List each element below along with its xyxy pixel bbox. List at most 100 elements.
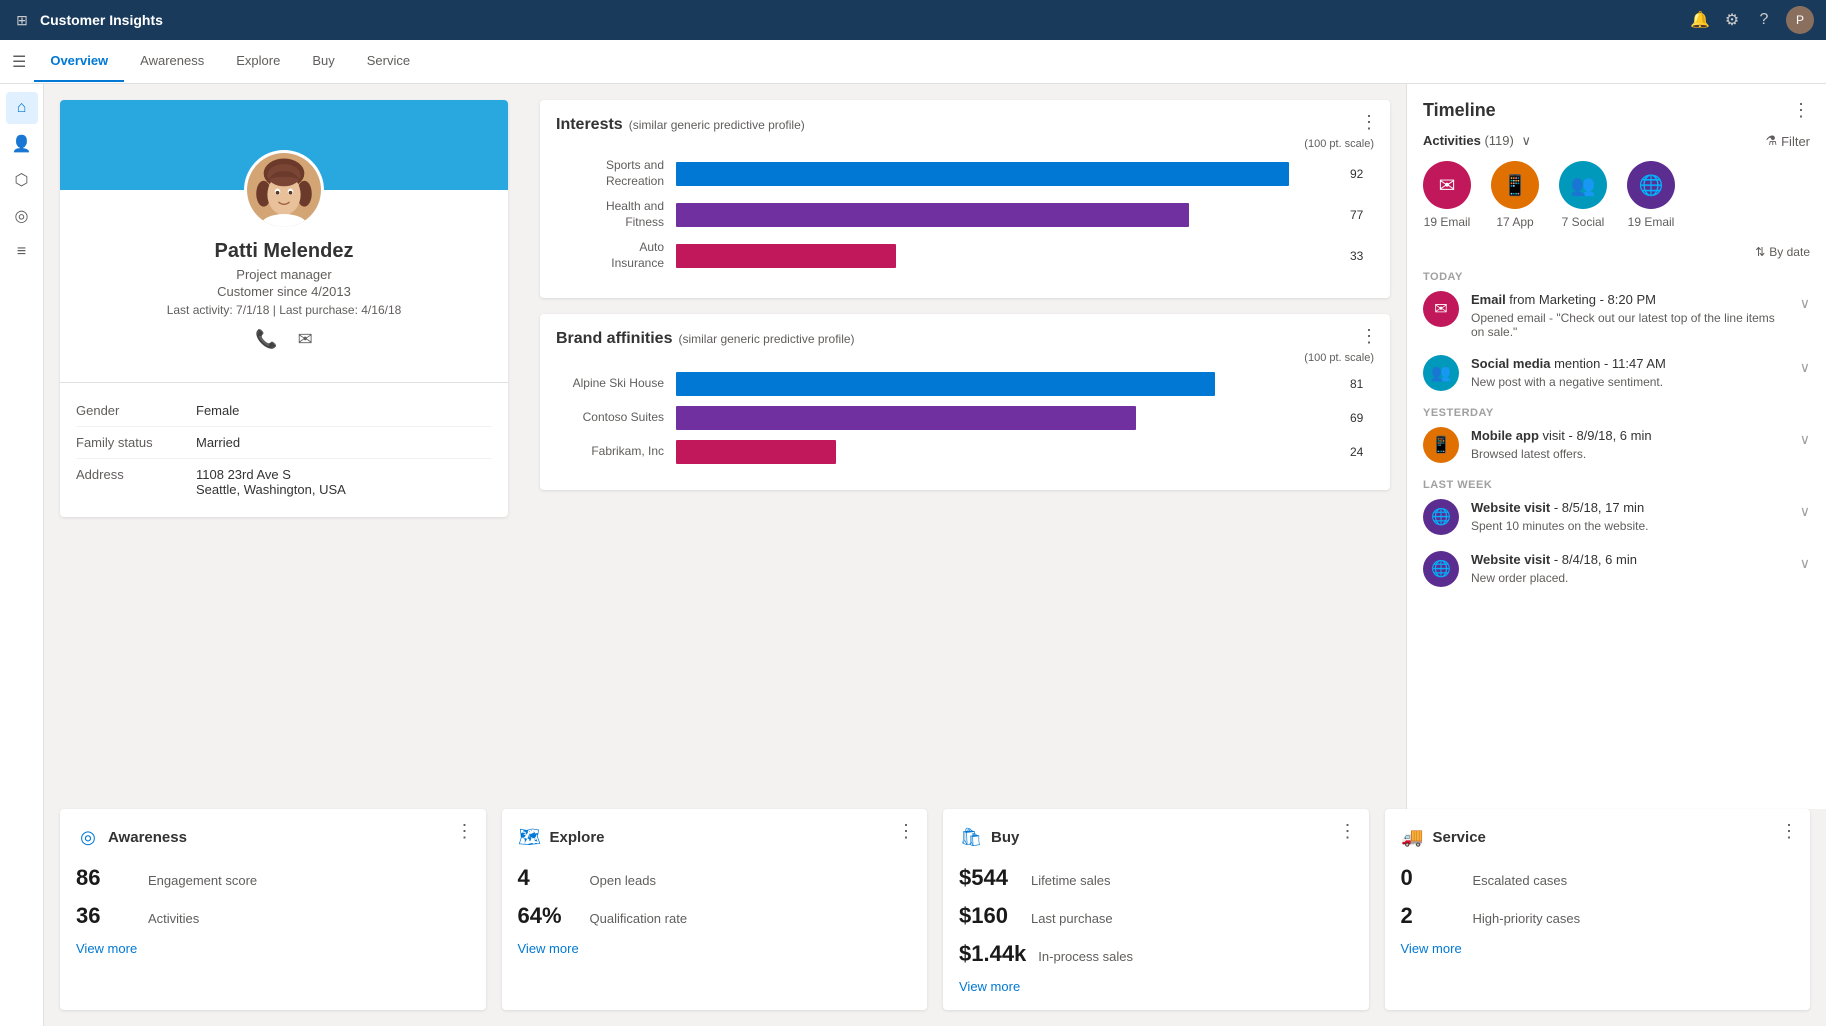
open-leads-value: 4: [518, 865, 578, 891]
last-purchase-value: $160: [959, 903, 1019, 929]
app-item-title: Mobile app visit - 8/9/18, 6 min: [1471, 427, 1788, 445]
sidebar: ⌂ 👤 ⬡ ◎ ≡: [0, 84, 44, 1026]
family-value: Married: [196, 435, 240, 450]
service-header: 🚚 Service: [1401, 825, 1795, 849]
sidebar-icon-people[interactable]: 👤: [6, 128, 38, 160]
service-menu[interactable]: ⋮: [1780, 821, 1798, 842]
email-circle-2: 🌐: [1627, 161, 1675, 209]
interests-card: ⋮ Interests (similar generic predictive …: [540, 100, 1390, 298]
activities-label: Activities (119) ∨: [1423, 133, 1531, 149]
service-view-more[interactable]: View more: [1401, 941, 1795, 956]
phone-icon[interactable]: 📞: [255, 329, 277, 350]
filter-icon: ⚗: [1765, 133, 1777, 149]
awareness-menu[interactable]: ⋮: [456, 821, 474, 842]
family-label: Family status: [76, 435, 196, 450]
social-dot: 👥: [1423, 355, 1459, 391]
brand-menu[interactable]: ⋮: [1360, 326, 1378, 347]
address-label: Address: [76, 467, 196, 497]
timeline-filter-row: Activities (119) ∨ ⚗ Filter: [1423, 133, 1810, 149]
email-icon[interactable]: ✉: [298, 329, 313, 350]
app-chevron[interactable]: ∨: [1800, 427, 1810, 448]
awareness-card: ⋮ ◎ Awareness 86 Engagement score 36 Act…: [60, 809, 486, 1010]
escalated-label: Escalated cases: [1473, 873, 1568, 888]
sidebar-icon-analytics[interactable]: ≡: [6, 236, 38, 268]
escalated-value: 0: [1401, 865, 1461, 891]
tab-overview[interactable]: Overview: [34, 41, 124, 82]
social-chevron[interactable]: ∨: [1800, 355, 1810, 376]
gender-value: Female: [196, 403, 239, 418]
email-chevron[interactable]: ∨: [1800, 291, 1810, 312]
tab-service[interactable]: Service: [351, 41, 426, 82]
by-date-button[interactable]: ⇅ By date: [1755, 245, 1810, 259]
awareness-icon: ◎: [76, 825, 100, 849]
section-yesterday: YESTERDAY: [1423, 407, 1810, 419]
profile-actions: 📞 ✉: [76, 329, 492, 350]
lifetime-sales-label: Lifetime sales: [1031, 873, 1110, 888]
explore-view-more[interactable]: View more: [518, 941, 912, 956]
hamburger-icon[interactable]: ☰: [12, 52, 26, 72]
activity-icon-email2[interactable]: 🌐 19 Email: [1627, 161, 1675, 229]
highpriority-value: 2: [1401, 903, 1461, 929]
sort-icon: ⇅: [1755, 245, 1765, 259]
filter-button[interactable]: ⚗ Filter: [1765, 133, 1810, 149]
brand-title: Brand affinities (similar generic predic…: [556, 330, 1374, 348]
tab-explore[interactable]: Explore: [220, 41, 296, 82]
buy-menu[interactable]: ⋮: [1339, 821, 1357, 842]
settings-icon[interactable]: ⚙: [1722, 10, 1742, 30]
explore-title: Explore: [550, 829, 605, 846]
help-icon[interactable]: ?: [1754, 10, 1774, 30]
profile-avatar-img: [247, 153, 321, 227]
buy-metric-inprocess: $1.44k In-process sales: [959, 941, 1353, 967]
profile-avatar-container: [244, 150, 324, 230]
service-card: ⋮ 🚚 Service 0 Escalated cases 2 High-pri…: [1385, 809, 1811, 1010]
profile-banner: [60, 100, 508, 190]
interests-menu[interactable]: ⋮: [1360, 112, 1378, 133]
grid-container: Patti Melendez Project manager Customer …: [44, 84, 1826, 809]
section-lastweek: LAST WEEK: [1423, 479, 1810, 491]
activity-icon-app[interactable]: 📱 17 App: [1491, 161, 1539, 229]
buy-metric-last: $160 Last purchase: [959, 903, 1353, 929]
activities-chevron[interactable]: ∨: [1521, 133, 1531, 148]
sidebar-icon-chart[interactable]: ⬡: [6, 164, 38, 196]
bar-row-contoso: Contoso Suites 69: [556, 406, 1374, 430]
engagement-score-value: 86: [76, 865, 136, 891]
activity-icon-email1[interactable]: ✉ 19 Email: [1423, 161, 1471, 229]
timeline-header: Timeline ⋮: [1423, 100, 1810, 121]
nav-tabs: Overview Awareness Explore Buy Service: [34, 41, 426, 82]
app-dot: 📱: [1423, 427, 1459, 463]
bell-icon[interactable]: 🔔: [1690, 10, 1710, 30]
buy-view-more[interactable]: View more: [959, 979, 1353, 994]
sidebar-icon-target[interactable]: ◎: [6, 200, 38, 232]
awareness-title: Awareness: [108, 829, 187, 846]
interests-title: Interests (similar generic predictive pr…: [556, 116, 1374, 134]
activity-icon-social[interactable]: 👥 7 Social: [1559, 161, 1607, 229]
explore-menu[interactable]: ⋮: [897, 821, 915, 842]
bar-fill-health: [676, 203, 1189, 227]
avatar[interactable]: P: [1786, 6, 1814, 34]
interests-scale: (100 pt. scale): [556, 138, 1374, 150]
explore-card: ⋮ 🗺 Explore 4 Open leads 64% Qualificati…: [502, 809, 928, 1010]
website2-chevron[interactable]: ∨: [1800, 551, 1810, 572]
grid-icon[interactable]: ⊞: [12, 10, 32, 30]
timeline-item-website2: 🌐 Website visit - 8/4/18, 6 min New orde…: [1423, 551, 1810, 587]
activities-value: 36: [76, 903, 136, 929]
brand-bars: Alpine Ski House 81 Contoso Suites 69: [556, 372, 1374, 464]
profile-detail-address: Address 1108 23rd Ave SSeattle, Washingt…: [76, 459, 492, 505]
bar-fill-sports: [676, 162, 1289, 186]
explore-header: 🗺 Explore: [518, 825, 912, 849]
bar-fill-auto: [676, 244, 896, 268]
timeline-menu[interactable]: ⋮: [1792, 100, 1810, 121]
buy-title: Buy: [991, 829, 1019, 846]
website1-chevron[interactable]: ∨: [1800, 499, 1810, 520]
awareness-view-more[interactable]: View more: [76, 941, 470, 956]
activity-icons-row: ✉ 19 Email 📱 17 App 👥 7 Social 🌐 19 Emai…: [1423, 161, 1810, 229]
service-icon: 🚚: [1401, 825, 1425, 849]
buy-card: ⋮ 🛍 Buy $544 Lifetime sales $160 Last pu…: [943, 809, 1369, 1010]
email-item-title: Email from Marketing - 8:20 PM: [1471, 291, 1788, 309]
website-dot-2: 🌐: [1423, 551, 1459, 587]
sidebar-icon-home[interactable]: ⌂: [6, 92, 38, 124]
profile-job-title: Project manager: [76, 267, 492, 282]
buy-icon: 🛍: [959, 825, 983, 849]
tab-awareness[interactable]: Awareness: [124, 41, 220, 82]
tab-buy[interactable]: Buy: [296, 41, 350, 82]
